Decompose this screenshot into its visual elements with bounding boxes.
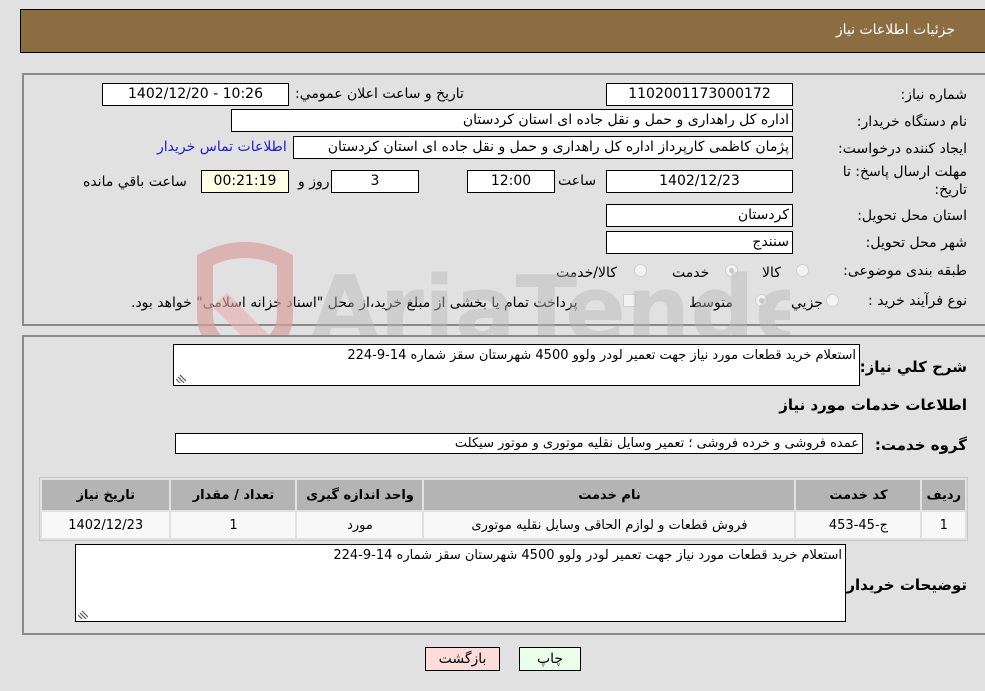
cell-unit: مورد xyxy=(297,512,423,538)
col-quantity: تعداد / مقدار xyxy=(171,480,296,510)
deadline-time-field[interactable]: 12:00 xyxy=(467,170,555,193)
category-option-service: خدمت xyxy=(672,265,710,281)
col-unit: واحد اندازه گیری xyxy=(297,480,423,510)
treasury-checkbox-label: پرداخت تمام یا بخشی از مبلغ خرید،از محل … xyxy=(131,295,578,311)
category-radio-goods-service[interactable] xyxy=(634,264,647,277)
buyer-notes-textarea[interactable]: استعلام خرید قطعات مورد نیاز جهت تعمیر ل… xyxy=(75,544,846,622)
summary-text: استعلام خرید قطعات مورد نیاز جهت تعمیر ل… xyxy=(347,348,856,363)
cell-quantity: 1 xyxy=(171,512,296,538)
remaining-time-field[interactable]: 00:21:19 xyxy=(201,170,289,193)
services-table: رديف کد خدمت نام خدمت واحد اندازه گیری ت… xyxy=(39,477,968,541)
cell-row-number: 1 xyxy=(922,512,965,538)
category-radio-service[interactable] xyxy=(725,264,738,277)
summary-textarea[interactable]: استعلام خرید قطعات مورد نیاز جهت تعمیر ل… xyxy=(173,344,860,386)
buyer-org-field[interactable]: اداره کل راهداری و حمل و نقل جاده ای است… xyxy=(231,109,793,132)
remaining-label: ساعت باقي مانده xyxy=(83,174,187,190)
process-radio-medium[interactable] xyxy=(755,294,768,307)
col-service-name: نام خدمت xyxy=(424,480,795,510)
category-option-goods: کالا xyxy=(762,265,781,281)
cell-need-date: 1402/12/23 xyxy=(42,512,170,538)
category-label: طبقه بندی موضوعی: xyxy=(843,263,967,279)
deadline-time-label: ساعت xyxy=(558,173,597,189)
category-option-goods-service: کالا/خدمت xyxy=(556,265,617,281)
col-service-code: کد خدمت xyxy=(796,480,921,510)
col-row-number: رديف xyxy=(922,480,965,510)
creator-field[interactable]: پژمان کاظمی کارپرداز اداره کل راهداری و … xyxy=(293,136,793,159)
cell-service-code: ج-45-453 xyxy=(796,512,921,538)
buyer-notes-text: استعلام خرید قطعات مورد نیاز جهت تعمیر ل… xyxy=(333,548,842,563)
cell-service-name: فروش قطعات و لوازم الحاقی وسایل نقلیه مو… xyxy=(424,512,795,538)
buyer-contact-link[interactable]: اطلاعات تماس خریدار xyxy=(157,139,287,155)
resize-grip-icon[interactable] xyxy=(78,609,88,619)
deadline-date-field[interactable]: 1402/12/23 xyxy=(606,170,793,193)
city-label: شهر محل تحویل: xyxy=(865,235,967,251)
days-label: روز و xyxy=(298,174,330,190)
process-radio-minor[interactable] xyxy=(826,294,839,307)
need-number-field[interactable]: 1102001173000172 xyxy=(606,83,793,106)
print-button[interactable]: چاپ xyxy=(519,647,581,671)
announce-field[interactable]: 1402/12/20 - 10:26 xyxy=(102,83,289,106)
service-group-label: گروه خدمت: xyxy=(874,436,967,454)
announce-label: تاريخ و ساعت اعلان عمومي: xyxy=(295,86,464,102)
process-option-minor: جزيي xyxy=(791,295,823,311)
need-number-label: شماره نیاز: xyxy=(900,87,968,103)
deadline-label: مهلت ارسال پاسخ: تا تاریخ: xyxy=(842,164,967,198)
resize-grip-icon[interactable] xyxy=(176,373,186,383)
table-header-row: رديف کد خدمت نام خدمت واحد اندازه گیری ت… xyxy=(42,480,965,510)
category-radio-goods[interactable] xyxy=(796,264,809,277)
page-title: جزئیات اطلاعات نیاز xyxy=(835,22,955,38)
summary-label: شرح کلي نياز: xyxy=(859,358,967,376)
col-need-date: تاریخ نیاز xyxy=(42,480,170,510)
back-button[interactable]: بازگشت xyxy=(425,647,500,671)
process-label: نوع فرآیند خرید : xyxy=(868,293,967,309)
service-group-field[interactable]: عمده فروشی و خرده فروشی ؛ تعمیر وسایل نق… xyxy=(175,433,863,454)
treasury-checkbox[interactable] xyxy=(623,294,636,307)
table-row: 1 ج-45-453 فروش قطعات و لوازم الحاقی وسا… xyxy=(42,512,965,538)
province-field[interactable]: کردستان xyxy=(606,204,793,227)
buyer-notes-label: توضیحات خریدار: xyxy=(840,576,967,594)
creator-label: ایجاد کننده درخواست: xyxy=(838,141,967,157)
buyer-org-label: نام دستگاه خریدار: xyxy=(856,114,967,130)
city-field[interactable]: سنندج xyxy=(606,231,793,254)
services-heading: اطلاعات خدمات مورد نیاز xyxy=(779,396,967,414)
days-remaining-field[interactable]: 3 xyxy=(331,170,419,193)
page-header: جزئیات اطلاعات نیاز xyxy=(20,9,985,53)
process-option-medium: متوسط xyxy=(689,295,733,311)
province-label: استان محل تحویل: xyxy=(857,208,967,224)
